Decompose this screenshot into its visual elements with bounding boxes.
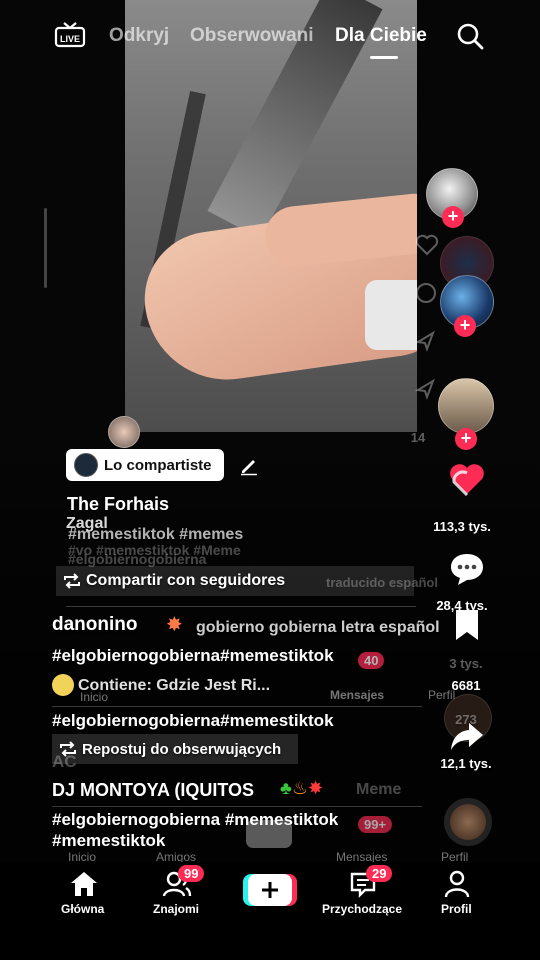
ghost-nav-label: Perfil xyxy=(428,688,456,702)
nav-label: Główna xyxy=(61,902,105,916)
username[interactable]: DJ MONTOYA (IQUITOS xyxy=(52,780,254,801)
follow-plus-button[interactable]: + xyxy=(442,206,464,228)
scroll-indicator xyxy=(44,208,47,288)
shared-label: Lo compartiste xyxy=(104,456,212,474)
ghost-text: Meme xyxy=(356,781,402,798)
edit-icon[interactable] xyxy=(238,454,260,476)
shared-avatar xyxy=(74,453,98,477)
contains-sound[interactable]: Contiene: Gdzie Jest Ri... xyxy=(78,677,270,695)
shared-badge[interactable]: Lo compartiste xyxy=(66,449,224,481)
hashtags-line[interactable]: #memestiktok xyxy=(52,831,165,851)
top-nav: LIVE Odkryj Obserwowani Dla Ciebie xyxy=(0,14,540,59)
comment-icon xyxy=(451,554,483,585)
heart-icon-ghost xyxy=(415,234,439,256)
tab-odkryj[interactable]: Odkryj xyxy=(109,25,169,47)
share-icon-ghost xyxy=(415,378,435,400)
save-count-ghost: 3 tys. xyxy=(449,656,483,671)
heart-icon xyxy=(450,464,484,496)
follow-plus-button-ghost: + xyxy=(454,315,476,337)
ghost-create-button xyxy=(246,820,292,848)
live-label: LIVE xyxy=(60,34,80,44)
profile-icon xyxy=(444,870,470,898)
caption-text: gobierno gobierna letra español xyxy=(196,619,440,636)
sound-disc-icon xyxy=(52,674,74,696)
tab-dla-ciebie[interactable]: Dla Ciebie xyxy=(335,25,427,47)
divider xyxy=(52,706,422,707)
sound-title[interactable]: The Forhais xyxy=(67,494,169,515)
live-icon[interactable]: LIVE xyxy=(54,22,86,48)
divider xyxy=(52,806,422,807)
bookmark-icon xyxy=(456,610,478,640)
ghost-hashtag: #elgobiernogobierna xyxy=(68,551,207,567)
repost-label: Repostuj do obserwujących xyxy=(82,741,282,758)
share-count: 12,1 tys. xyxy=(440,756,492,771)
share-icon-ghost xyxy=(415,330,435,352)
bottom-nav: Główna 99 Znajomi 29 Przychodzące Profil xyxy=(0,862,540,960)
home-icon xyxy=(71,872,97,896)
like-count-ghost: 14 xyxy=(410,430,426,445)
nav-label: Przychodzące xyxy=(322,902,403,916)
ghost-translation: traducido español xyxy=(326,575,438,590)
video-frame-object xyxy=(365,280,417,350)
repost-row[interactable]: Repostuj do obserwujących xyxy=(52,734,298,764)
share-arrow-icon xyxy=(451,723,483,750)
hashtags-line[interactable]: #elgobiernogobierna#memestiktok xyxy=(52,646,334,666)
sparkle-emoji-icon: ✸ xyxy=(166,614,183,636)
create-plus-icon xyxy=(262,882,278,898)
share-followers-label: Compartir con seguidores xyxy=(86,572,286,589)
like-button[interactable] xyxy=(446,458,488,500)
friends-badge: 99 xyxy=(178,865,205,882)
video-player[interactable] xyxy=(125,0,417,432)
divider xyxy=(66,606,416,607)
comment-button[interactable] xyxy=(446,548,488,590)
nav-item-profile[interactable]: Profil xyxy=(438,862,478,932)
repost-icon xyxy=(64,573,80,589)
create-button[interactable] xyxy=(243,874,297,906)
repost-icon xyxy=(60,741,76,757)
nav-item-friends[interactable]: 99 Znajomi xyxy=(150,862,206,932)
author-small-avatar[interactable] xyxy=(108,416,140,448)
save-button[interactable] xyxy=(446,604,488,646)
feed-screen: LIVE Odkryj Obserwowani Dla Ciebie + + +… xyxy=(0,0,540,960)
emoji-icons: ♣♨✸ xyxy=(280,778,324,798)
nav-label: Profil xyxy=(441,902,472,916)
like-count: 113,3 tys. xyxy=(433,519,491,534)
follow-plus-button-ghost: + xyxy=(455,428,477,450)
creator-avatar-ghost xyxy=(438,378,494,434)
ghost-nav-label: Mensajes xyxy=(330,688,385,702)
nav-label: Znajomi xyxy=(153,902,200,916)
inbox-badge: 29 xyxy=(366,865,393,882)
share-followers-row[interactable]: Compartir con seguidores traducido españ… xyxy=(56,566,438,596)
tab-obserwowani[interactable]: Obserwowani xyxy=(190,25,314,47)
music-disc[interactable] xyxy=(444,798,492,846)
search-icon[interactable] xyxy=(456,22,484,50)
hashtags-line[interactable]: #elgobiernogobierna #memestiktok xyxy=(52,810,338,830)
active-tab-indicator xyxy=(370,56,398,59)
ghost-badge: 99+ xyxy=(358,816,393,833)
username[interactable]: danonino xyxy=(52,614,137,636)
nav-item-inbox[interactable]: 29 Przychodzące xyxy=(320,862,408,932)
ghost-badge: 40 xyxy=(358,652,385,669)
comment-icon-ghost xyxy=(416,283,436,303)
share-button[interactable] xyxy=(446,716,488,758)
hashtags-line[interactable]: #elgobiernogobierna#memestiktok xyxy=(52,711,334,731)
nav-item-home[interactable]: Główna xyxy=(58,862,112,932)
